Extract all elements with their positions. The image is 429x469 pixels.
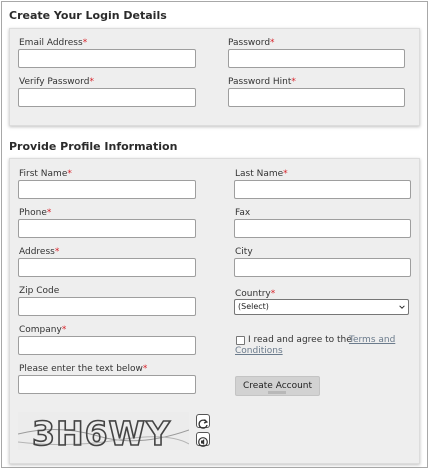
terms-link-part1[interactable]: Terms and	[349, 335, 395, 346]
city-field[interactable]	[234, 258, 411, 277]
svg-text:3H6WY: 3H6WY	[32, 414, 171, 450]
refresh-icon	[198, 419, 209, 429]
profile-section-title: Provide Profile Information	[9, 140, 178, 153]
last-name-label: Last Name*	[235, 169, 288, 179]
first-name-label: First Name*	[19, 169, 72, 179]
fax-label: Fax	[235, 208, 251, 218]
password-hint-label: Password Hint*	[228, 77, 296, 87]
audio-icon	[198, 437, 208, 447]
company-field[interactable]	[18, 336, 196, 355]
password-hint-field[interactable]	[228, 88, 405, 107]
country-select-value: (Select)	[238, 302, 269, 311]
address-field[interactable]	[18, 258, 196, 277]
first-name-field[interactable]	[18, 180, 196, 199]
agree-checkbox[interactable]	[236, 336, 245, 345]
captcha-picture: 3H6WY	[18, 412, 189, 450]
address-label: Address*	[19, 247, 60, 257]
phone-field[interactable]	[18, 219, 196, 238]
zip-code-label: Zip Code	[19, 286, 60, 296]
login-section-title: Create Your Login Details	[9, 9, 167, 22]
verify-password-label: Verify Password*	[19, 77, 94, 87]
city-label: City	[235, 247, 253, 257]
country-label: Country*	[235, 289, 276, 299]
email-label: Email Address*	[19, 38, 88, 48]
password-label: Password*	[228, 38, 275, 48]
fax-field[interactable]	[234, 219, 411, 238]
terms-link[interactable]: Conditions	[235, 346, 283, 357]
captcha-input[interactable]	[18, 375, 196, 394]
terms-link-text[interactable]: Conditions	[235, 346, 283, 356]
company-label: Company*	[19, 325, 67, 335]
refresh-captcha-button[interactable]	[196, 414, 210, 429]
zip-code-field[interactable]	[18, 297, 196, 316]
phone-label: Phone*	[19, 208, 52, 218]
captcha-label: Please enter the text below*	[19, 364, 148, 374]
last-name-field[interactable]	[234, 180, 411, 199]
country-select[interactable]: (Select)	[234, 299, 409, 315]
create-account-button[interactable]: Create Account	[235, 376, 320, 396]
chevron-down-icon	[399, 305, 405, 309]
audio-captcha-button[interactable]	[196, 432, 210, 447]
email-field[interactable]	[18, 49, 196, 68]
captcha-image: 3H6WY	[18, 412, 189, 450]
password-field[interactable]	[228, 49, 405, 68]
verify-password-field[interactable]	[18, 88, 196, 107]
